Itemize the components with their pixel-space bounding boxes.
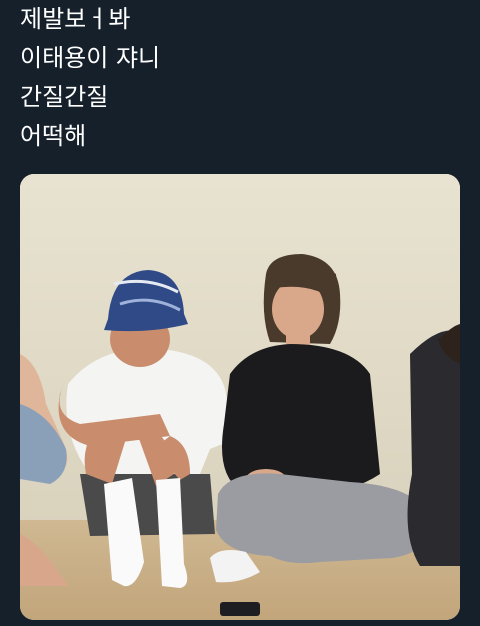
phone-on-floor xyxy=(220,602,260,616)
tweet-line-4: 어떡해 xyxy=(20,122,87,150)
bottom-strip xyxy=(0,620,480,626)
photo-icon xyxy=(20,174,460,620)
tweet-text: 제발보ㅓ봐 이태용이 쟈니 간질간질 어떡해 xyxy=(20,0,160,156)
tweet-line-1: 제발보ㅓ봐 xyxy=(20,5,131,33)
tweet-line-3: 간질간질 xyxy=(20,83,109,111)
right-person xyxy=(407,324,460,566)
tweet-media[interactable] xyxy=(20,174,460,620)
tweet-line-2: 이태용이 쟈니 xyxy=(20,44,161,72)
